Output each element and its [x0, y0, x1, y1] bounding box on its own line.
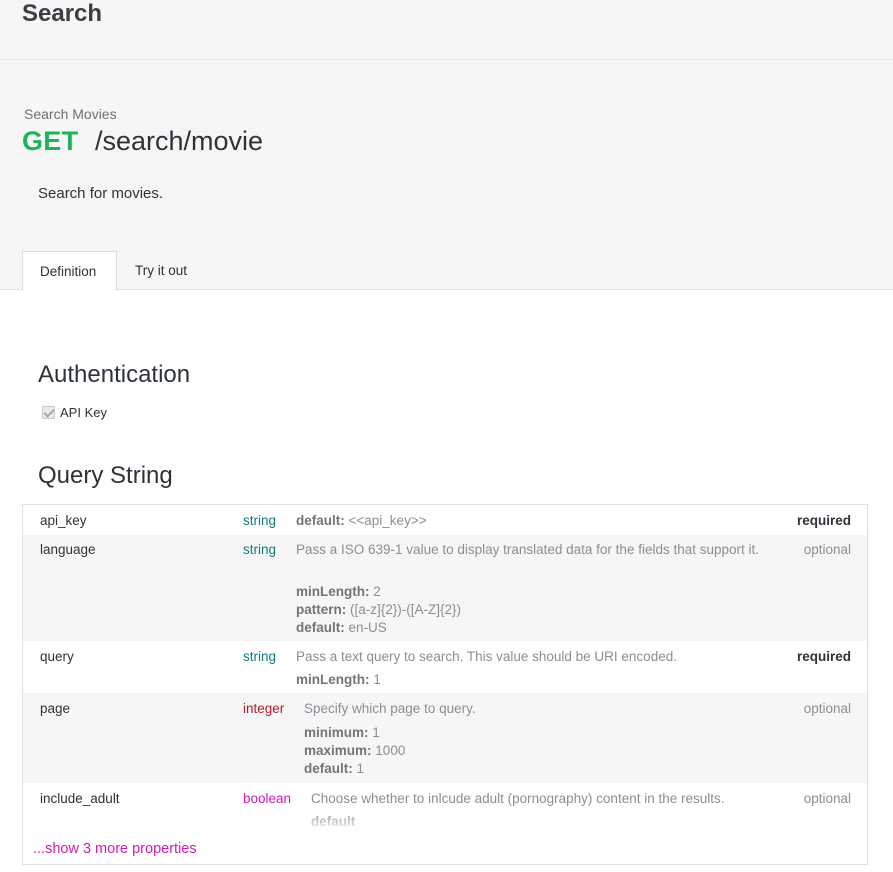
table-row: page integer Specify which page to query… — [23, 693, 867, 783]
param-type: string — [243, 513, 277, 528]
table-row: query string Pass a text query to search… — [23, 641, 867, 693]
endpoint-path: /search/movie — [95, 126, 264, 156]
param-description: Pass a ISO 639-1 value to display transl… — [296, 542, 760, 557]
param-type: integer — [243, 701, 285, 716]
param-maximum: maximum: 1000 — [304, 743, 406, 758]
checkbox-icon — [42, 406, 55, 419]
param-default: default: 1 — [304, 761, 365, 776]
param-minimum: minimum: 1 — [304, 725, 380, 740]
param-requirement: required — [796, 513, 851, 528]
param-requirement: required — [796, 649, 851, 664]
param-description: Pass a text query to search. This value … — [296, 649, 677, 664]
table-row: language string Pass a ISO 639-1 value t… — [23, 535, 867, 641]
table-row: api_key string default: <<api_key>> requ… — [23, 505, 867, 535]
tab-try-it-out[interactable]: Try it out — [118, 251, 204, 290]
param-name: query — [40, 649, 74, 664]
param-type: string — [243, 649, 277, 664]
param-requirement: optional — [803, 542, 851, 557]
param-type: string — [243, 542, 277, 557]
tab-definition[interactable]: Definition — [22, 251, 117, 291]
param-requirement: optional — [803, 791, 851, 806]
http-method: GET — [22, 126, 79, 156]
page-title: Search — [22, 0, 103, 27]
param-name: page — [40, 701, 71, 716]
param-pattern: pattern: ([a-z]{2})-([A-Z]{2}) — [296, 602, 462, 617]
operation-summary: Search Movies — [24, 106, 117, 122]
param-default-label: default: — [296, 513, 345, 528]
param-min-length: minLength: 1 — [296, 672, 381, 687]
param-type: boolean — [243, 791, 292, 806]
param-min-length: minLength: 2 — [296, 584, 381, 599]
param-default-value: <<api_key>> — [348, 513, 427, 528]
operation-description: Search for movies. — [38, 185, 164, 202]
param-name: api_key — [40, 513, 87, 528]
authentication-heading: Authentication — [38, 361, 191, 388]
param-requirement: optional — [803, 701, 851, 716]
fade-overlay — [23, 805, 867, 835]
param-default: default: <<api_key>> — [296, 512, 427, 530]
show-more-properties-link[interactable]: ...show 3 more properties — [33, 841, 197, 857]
query-params-table: api_key string default: <<api_key>> requ… — [22, 504, 868, 865]
param-description: Specify which page to query. — [304, 701, 476, 716]
param-name: language — [40, 542, 96, 557]
top-bar: Search — [0, 0, 893, 60]
param-default: default: en-US — [296, 620, 387, 635]
operation-header: Search Movies GET /search/movie Search f… — [0, 60, 893, 291]
param-name: include_adult — [40, 791, 120, 806]
auth-api-key-label: API Key — [60, 405, 107, 420]
query-string-heading: Query String — [38, 462, 173, 489]
auth-api-key: API Key — [42, 405, 107, 420]
